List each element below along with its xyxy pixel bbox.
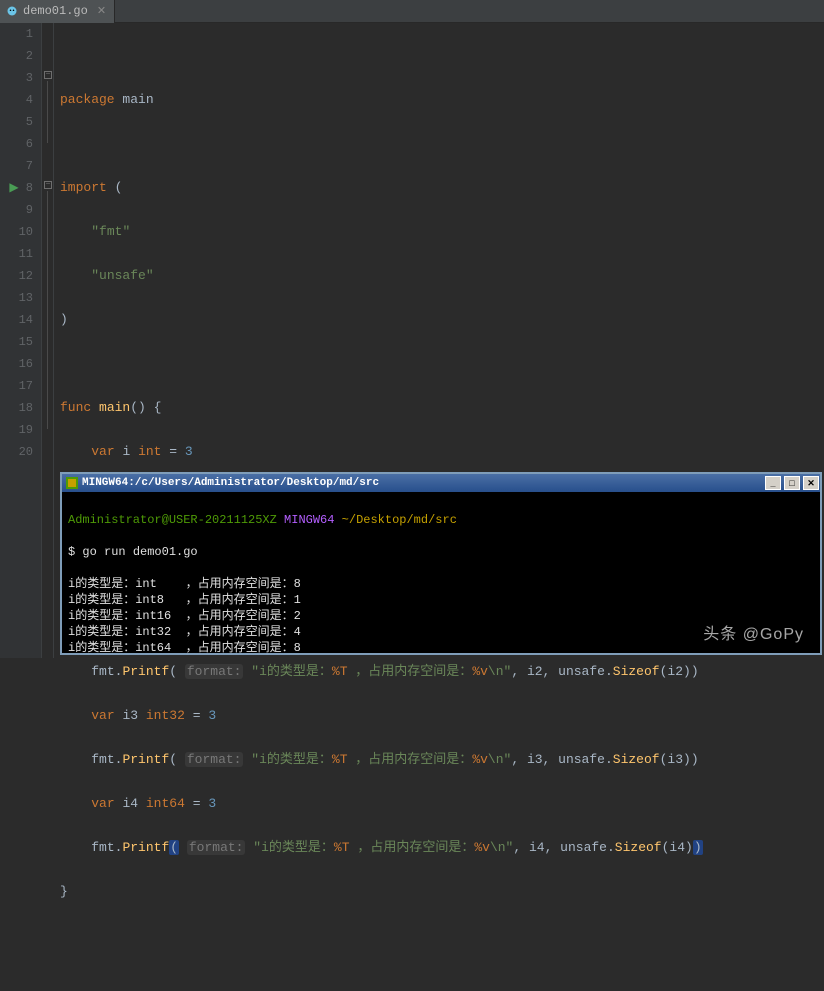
terminal-output-line: i的类型是：int ，占用内存空间是：8	[68, 576, 814, 592]
close-icon[interactable]: ✕	[97, 4, 106, 18]
line-number: 10	[0, 221, 33, 243]
fold-column: − −	[42, 23, 54, 658]
file-tab-demo01[interactable]: demo01.go ✕	[0, 0, 115, 23]
terminal-output-line: i的类型是：int8 ，占用内存空间是：1	[68, 592, 814, 608]
fold-icon[interactable]: −	[44, 71, 52, 79]
fold-guide	[47, 81, 48, 143]
line-number: 19	[0, 419, 33, 441]
terminal-output-line: i的类型是：int16 ，占用内存空间是：2	[68, 608, 814, 624]
line-number: 17	[0, 375, 33, 397]
line-number: 2	[0, 45, 33, 67]
code-line	[60, 133, 824, 155]
code-line: package main	[60, 89, 824, 111]
fold-icon[interactable]: −	[44, 181, 52, 189]
terminal-icon	[66, 477, 78, 489]
code-line: var i3 int32 = 3	[60, 705, 824, 727]
line-number: 20	[0, 441, 33, 463]
close-button[interactable]: ✕	[803, 476, 819, 490]
code-line: func main() {	[60, 397, 824, 419]
go-file-icon	[6, 5, 18, 17]
tab-bar: demo01.go ✕	[0, 0, 824, 23]
code-line: fmt.Printf( format: "i的类型是：%T ，占用内存空间是：%…	[60, 837, 824, 859]
fold-guide	[47, 191, 48, 429]
terminal-command-line: $ go run demo01.go	[68, 544, 814, 560]
line-number: 14	[0, 309, 33, 331]
line-number: 16	[0, 353, 33, 375]
terminal-output-line: i的类型是：int64 ，占用内存空间是：8	[68, 640, 814, 656]
terminal-body[interactable]: Administrator@USER-20211125XZ MINGW64 ~/…	[62, 492, 820, 692]
line-number: 4	[0, 89, 33, 111]
code-line	[60, 353, 824, 375]
line-number: 3	[0, 67, 33, 89]
line-number-gutter: 1234567▶ 891011121314151617181920	[0, 23, 42, 658]
minimize-button[interactable]: _	[765, 476, 781, 490]
line-number: 6	[0, 133, 33, 155]
line-number: 15	[0, 331, 33, 353]
terminal-title: MINGW64:/c/Users/Administrator/Desktop/m…	[82, 477, 379, 489]
code-line: }	[60, 881, 824, 903]
code-line: import (	[60, 177, 824, 199]
code-line: )	[60, 309, 824, 331]
code-line: "fmt"	[60, 221, 824, 243]
line-number: 9	[0, 199, 33, 221]
line-number: 12	[0, 265, 33, 287]
code-line: var i4 int64 = 3	[60, 793, 824, 815]
line-number: ▶ 8	[0, 177, 33, 199]
line-number: 11	[0, 243, 33, 265]
code-line	[60, 925, 824, 947]
terminal-prompt-line: Administrator@USER-20211125XZ MINGW64 ~/…	[68, 512, 814, 528]
line-number: 5	[0, 111, 33, 133]
terminal-titlebar[interactable]: MINGW64:/c/Users/Administrator/Desktop/m…	[62, 474, 820, 492]
terminal-window[interactable]: MINGW64:/c/Users/Administrator/Desktop/m…	[60, 472, 822, 655]
line-number: 18	[0, 397, 33, 419]
line-number: 13	[0, 287, 33, 309]
line-number: 7	[0, 155, 33, 177]
terminal-output-line: i的类型是：int32 ，占用内存空间是：4	[68, 624, 814, 640]
line-number: 1	[0, 23, 33, 45]
file-tab-label: demo01.go	[23, 4, 88, 18]
code-line: "unsafe"	[60, 265, 824, 287]
maximize-button[interactable]: □	[784, 476, 800, 490]
code-line: var i int = 3	[60, 441, 824, 463]
code-line: fmt.Printf( format: "i的类型是：%T ，占用内存空间是：%…	[60, 749, 824, 771]
